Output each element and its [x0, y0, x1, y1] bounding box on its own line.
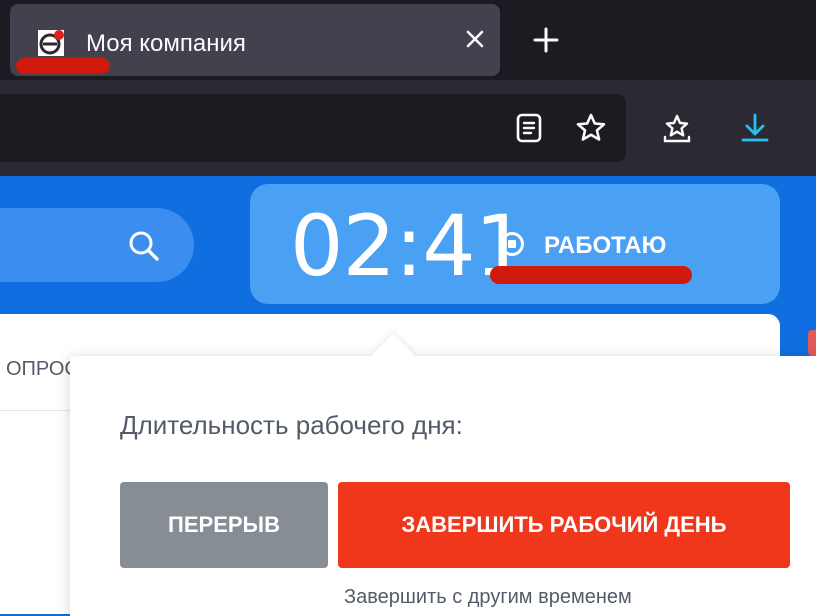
browser-tab-strip: Моя компания: [0, 0, 816, 80]
highlight-underline-status: [490, 266, 692, 284]
finish-workday-button[interactable]: ЗАВЕРШИТЬ РАБОЧИЙ ДЕНЬ: [338, 482, 790, 568]
bookmarks-icon[interactable]: [660, 111, 694, 145]
break-button[interactable]: ПЕРЕРЫВ: [120, 482, 328, 568]
search-input[interactable]: [0, 208, 194, 282]
bitrix24-favicon: [38, 30, 64, 56]
bookmark-star-icon[interactable]: [574, 111, 608, 145]
side-badge: [808, 330, 816, 356]
highlight-underline-tab: [16, 58, 110, 74]
nav-item-poll[interactable]: ОПРОС: [6, 358, 79, 381]
work-status[interactable]: РАБОТАЮ: [544, 232, 666, 260]
stop-circle-icon: [500, 232, 524, 256]
search-icon[interactable]: [124, 226, 164, 266]
browser-toolbar: [0, 80, 816, 176]
finish-other-time-link[interactable]: Завершить с другим временем: [344, 586, 632, 609]
reader-view-icon[interactable]: [512, 111, 546, 145]
workday-duration-label: Длительность рабочего дня:: [120, 410, 463, 440]
plus-icon[interactable]: [528, 22, 564, 58]
download-icon[interactable]: [738, 111, 772, 145]
tab-title: Моя компания: [86, 30, 246, 57]
close-icon[interactable]: [460, 24, 490, 54]
